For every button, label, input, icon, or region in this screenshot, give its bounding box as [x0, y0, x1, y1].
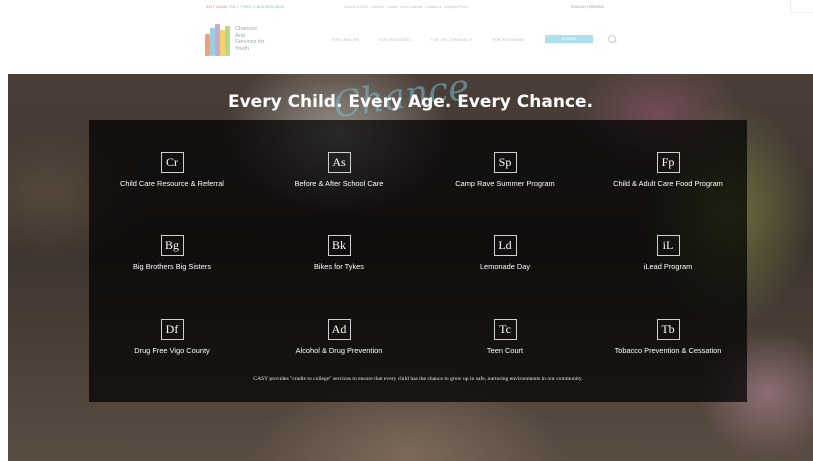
donate-button[interactable]: DONATE [545, 35, 593, 43]
program-abbr-badge: Ad [327, 319, 351, 340]
program-item-fp[interactable]: Fp Child & Adult Care Food Program [588, 152, 748, 188]
hero-title: Every Child. Every Age. Every Chance. [227, 92, 594, 112]
program-abbr-badge: Tb [656, 319, 680, 340]
menu-toggle-box[interactable] [790, 0, 813, 13]
program-label: Lemonade Day [479, 262, 531, 271]
site-header: Chances And Services for Youth FOR FAMIL… [0, 16, 813, 74]
utility-bar: 24/7 Crisis TOLL FREE 1-800-000-0000 Car… [0, 0, 813, 16]
program-abbr-badge: iL [656, 235, 680, 256]
hero-section: Chance Every Child. Every Age. Every Cha… [8, 74, 813, 461]
logo-line: Services for [235, 39, 265, 46]
search-icon[interactable] [608, 35, 616, 43]
logo-line: Chances [235, 26, 258, 32]
program-item-ld[interactable]: Ld Lemonade Day [425, 235, 585, 271]
program-abbr-badge: Df [160, 319, 184, 340]
program-abbr-badge: Sp [493, 152, 517, 173]
program-item-tc[interactable]: Tc Teen Court [425, 319, 585, 355]
program-item-cr[interactable]: Cr Child Care Resource & Referral [92, 152, 252, 188]
program-label: Alcohol & Drug Prevention [295, 346, 383, 355]
mission-tagline: CASY provides "cradle to college" servic… [253, 376, 583, 382]
program-label: Before & After School Care [294, 179, 384, 188]
program-abbr-badge: Tc [493, 319, 517, 340]
programs-panel: Cr Child Care Resource & Referral As Bef… [89, 120, 747, 402]
language-switcher[interactable]: ENGLISH | ESPAÑOL [571, 5, 604, 9]
program-label: Drug Free Vigo County [134, 346, 210, 355]
program-abbr-badge: Fp [656, 152, 680, 173]
program-item-ad[interactable]: Ad Alcohol & Drug Prevention [259, 319, 419, 355]
program-label: Teen Court [486, 346, 524, 355]
program-item-il[interactable]: iL iLead Program [588, 235, 748, 271]
program-abbr-badge: Bg [160, 235, 184, 256]
nav-item-community[interactable]: FOR THE COMMUNITY [431, 38, 473, 42]
logo-text: Chances And Services for Youth [235, 26, 265, 52]
logo-line: And [235, 32, 245, 39]
crisis-label: 24/7 Crisis [206, 4, 228, 9]
program-abbr-badge: Cr [160, 152, 184, 173]
logo-mark-icon [205, 24, 232, 56]
program-abbr-badge: As [327, 152, 351, 173]
utility-links[interactable]: Careers at CASY · Volunteer · Donate · E… [344, 5, 467, 9]
program-item-df[interactable]: Df Drug Free Vigo County [92, 319, 252, 355]
program-item-bg[interactable]: Bg Big Brothers Big Sisters [92, 235, 252, 271]
program-abbr-badge: Ld [493, 235, 517, 256]
program-label: Child & Adult Care Food Program [613, 179, 723, 188]
program-label: Bikes for Tykes [314, 262, 364, 271]
program-label: Tobacco Prevention & Cessation [614, 346, 722, 355]
crisis-phone[interactable]: 24/7 Crisis TOLL FREE 1-800-000-0000 [206, 4, 284, 9]
program-item-as[interactable]: As Before & After School Care [259, 152, 419, 188]
program-label: iLead Program [643, 262, 693, 271]
nav-item-providers[interactable]: FOR PROVIDERS [379, 38, 411, 42]
program-label: Camp Rave Summer Program [455, 179, 555, 188]
nav-item-programs[interactable]: FOR PROGRAMS [493, 38, 524, 42]
program-item-tb[interactable]: Tb Tobacco Prevention & Cessation [588, 319, 748, 355]
nav-item-families[interactable]: FOR FAMILIES [332, 38, 359, 42]
program-abbr-badge: Bk [327, 235, 351, 256]
program-item-bk[interactable]: Bk Bikes for Tykes [259, 235, 419, 271]
main-nav: FOR FAMILIES FOR PROVIDERS FOR THE COMMU… [332, 38, 524, 42]
program-label: Child Care Resource & Referral [120, 179, 224, 188]
program-item-sp[interactable]: Sp Camp Rave Summer Program [425, 152, 585, 188]
casy-logo[interactable]: Chances And Services for Youth [205, 24, 277, 66]
logo-line: Youth [235, 45, 250, 52]
toll-free-number: TOLL FREE 1-800-000-0000 [228, 4, 285, 9]
program-label: Big Brothers Big Sisters [132, 262, 212, 271]
